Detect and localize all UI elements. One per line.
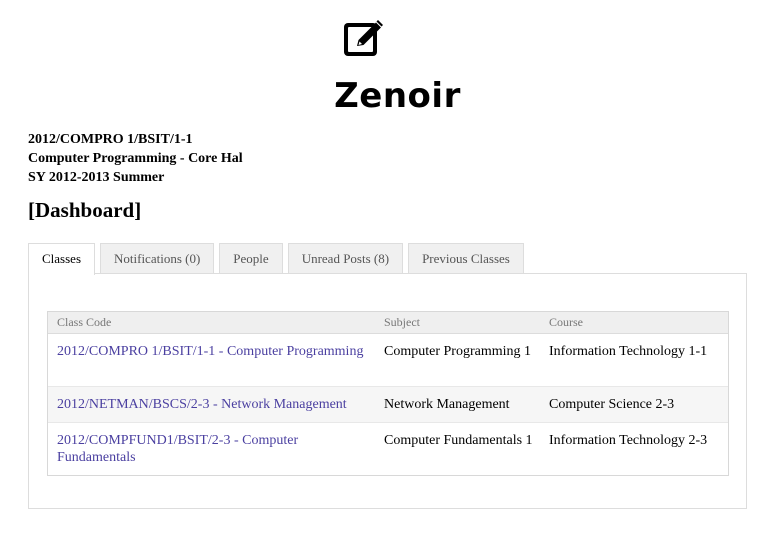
subject-cell: Computer Fundamentals 1 [384,433,533,448]
class-link[interactable]: 2012/COMPFUND1/BSIT/2-3 - Computer Funda… [57,433,298,465]
class-subject-heading: Computer Programming - Core Hal [28,151,243,166]
course-cell: Information Technology 2-3 [549,433,708,448]
subject-cell: Computer Programming 1 [384,344,531,359]
tab-people[interactable]: People [219,243,283,274]
class-link[interactable]: 2012/NETMAN/BSCS/2-3 - Network Managemen… [57,397,347,412]
table-row: 2012/COMPFUND1/BSIT/2-3 - Computer Funda… [48,423,728,475]
table-row: 2012/COMPRO 1/BSIT/1-1 - Computer Progra… [48,334,728,387]
tab-notifications[interactable]: Notifications (0) [100,243,215,274]
classes-table: Class Code Subject Course 2012/COMPRO 1/… [47,311,729,476]
class-code-heading: 2012/COMPRO 1/BSIT/1-1 [28,132,193,147]
class-link[interactable]: 2012/COMPRO 1/BSIT/1-1 - Computer Progra… [57,344,363,359]
app-title: Zenoir [334,76,461,116]
table-row: 2012/NETMAN/BSCS/2-3 - Network Managemen… [48,387,728,423]
course-cell: Computer Science 2-3 [549,397,675,412]
page: Zenoir 2012/COMPRO 1/BSIT/1-1 Computer P… [0,0,775,543]
column-header-course: Course [549,315,583,329]
class-code-cell: 2012/COMPRO 1/BSIT/1-1 - Computer Progra… [48,334,384,386]
class-term-heading: SY 2012-2013 Summer [28,170,165,185]
tab-previous-classes[interactable]: Previous Classes [408,243,524,274]
class-code-cell: 2012/NETMAN/BSCS/2-3 - Network Managemen… [48,387,384,422]
column-header-subject: Subject [384,315,420,329]
course-cell: Information Technology 1-1 [549,344,708,359]
page-title: [Dashboard] [28,198,142,222]
column-header-class-code: Class Code [57,315,112,329]
class-info: 2012/COMPRO 1/BSIT/1-1 Computer Programm… [28,130,243,187]
tab-unread-posts[interactable]: Unread Posts (8) [287,243,404,274]
class-code-cell: 2012/COMPFUND1/BSIT/2-3 - Computer Funda… [48,423,384,475]
subject-cell: Network Management [384,397,510,412]
tab-classes[interactable]: Classes [28,243,95,275]
tab-bar: Classes Notifications (0) People Unread … [28,243,524,275]
edit-pen-square-icon [344,20,383,56]
table-header: Class Code Subject Course [48,312,728,334]
